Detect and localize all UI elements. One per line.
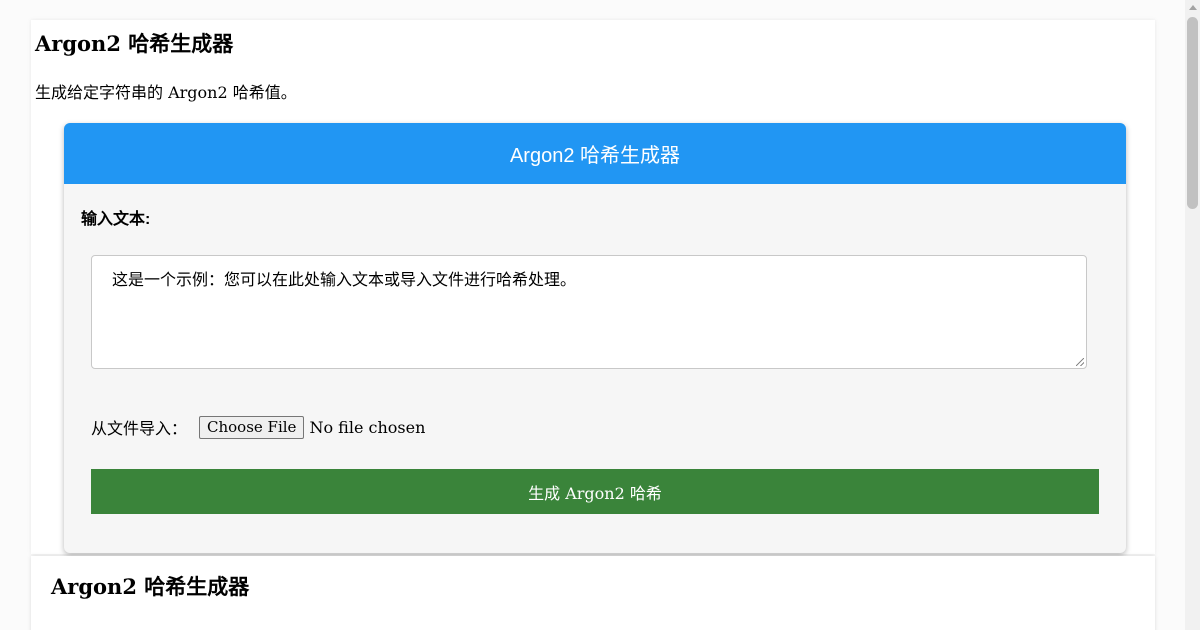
scroll-thumb[interactable] bbox=[1187, 17, 1198, 209]
scroll-up-arrow-icon[interactable] bbox=[1189, 5, 1197, 10]
article-panel: Argon2 哈希生成器 bbox=[31, 556, 1155, 630]
page-title: Argon2 哈希生成器 bbox=[35, 31, 234, 56]
article-title: Argon2 哈希生成器 bbox=[51, 574, 250, 599]
file-status: No file chosen bbox=[309, 417, 426, 437]
file-import-label: 从文件导入： bbox=[91, 421, 188, 438]
input-textarea[interactable]: 这是一个示例：您可以在此处输入文本或导入文件进行哈希处理。 bbox=[91, 255, 1087, 369]
tool-header: Argon2 哈希生成器 bbox=[64, 123, 1126, 184]
page-scrollbar[interactable] bbox=[1185, 0, 1200, 630]
main-panel: Argon2 哈希生成器 生成给定字符串的 Argon2 哈希值。 Argon2… bbox=[31, 20, 1155, 554]
page: Argon2 哈希生成器 生成给定字符串的 Argon2 哈希值。 Argon2… bbox=[0, 0, 1200, 630]
file-import-row: 从文件导入： Choose File No file chosen bbox=[91, 415, 425, 439]
tool-card: Argon2 哈希生成器 输入文本: 这是一个示例：您可以在此处输入文本或导入文… bbox=[64, 123, 1126, 553]
generate-hash-button[interactable]: 生成 Argon2 哈希 bbox=[91, 469, 1099, 514]
input-label: 输入文本: bbox=[81, 211, 151, 228]
input-textarea-value: 这是一个示例：您可以在此处输入文本或导入文件进行哈希处理。 bbox=[112, 272, 577, 289]
page-description: 生成给定字符串的 Argon2 哈希值。 bbox=[35, 83, 297, 102]
resize-grip-icon[interactable] bbox=[1076, 358, 1084, 366]
choose-file-button[interactable]: Choose File bbox=[199, 415, 305, 439]
